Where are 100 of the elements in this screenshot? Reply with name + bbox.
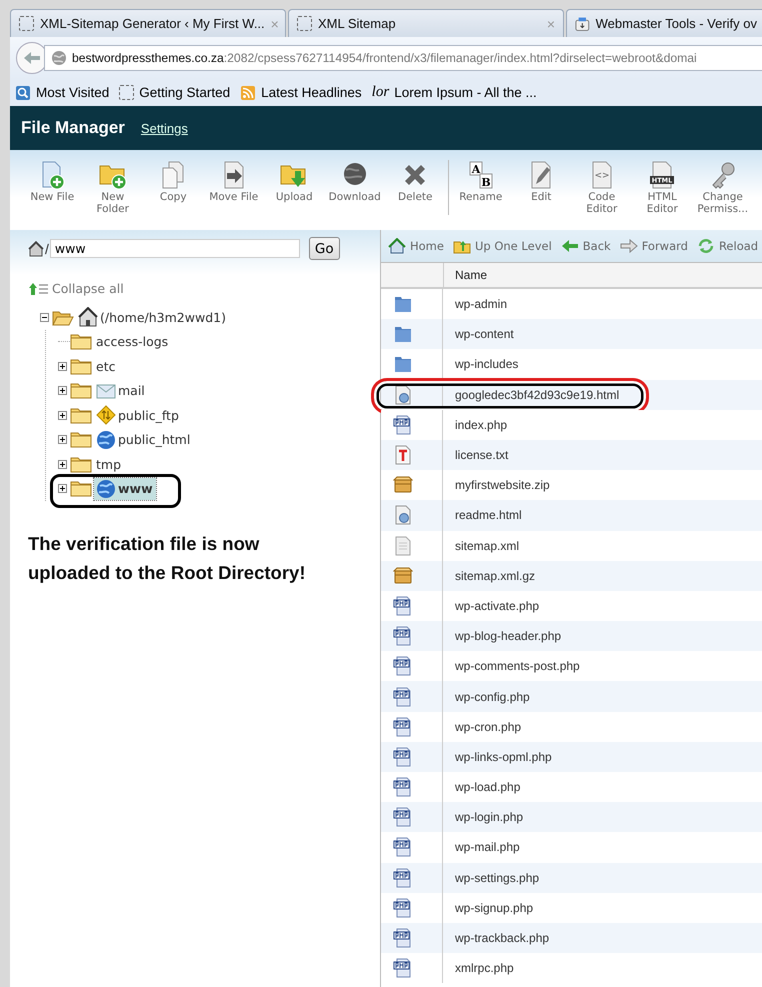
toolbar-button[interactable]: <> Code Editor bbox=[572, 160, 632, 215]
file-name[interactable]: wp-includes bbox=[455, 357, 518, 372]
expand-toggle[interactable] bbox=[58, 484, 67, 494]
bookmark[interactable]: Getting Started bbox=[119, 85, 230, 100]
file-name[interactable]: wp-content bbox=[455, 327, 514, 342]
toolbar-button[interactable]: New File bbox=[22, 160, 82, 203]
settings-link[interactable]: Settings bbox=[140, 120, 188, 136]
folder-label[interactable]: public_ftp bbox=[118, 408, 179, 423]
browser-tab[interactable]: XML-Sitemap Generator ‹ My First W... × bbox=[10, 9, 286, 37]
folder-label[interactable]: mail bbox=[118, 383, 145, 398]
file-name[interactable]: sitemap.xml.gz bbox=[455, 568, 536, 583]
php-file-icon bbox=[393, 716, 413, 737]
nav-button[interactable]: Forward bbox=[620, 238, 688, 254]
toolbar-button[interactable]: Edit bbox=[511, 160, 572, 203]
nav-button[interactable]: Home bbox=[388, 238, 444, 254]
toolbar-button[interactable]: Move File bbox=[204, 160, 264, 203]
file-name[interactable]: wp-admin bbox=[455, 297, 508, 312]
collapse-toggle[interactable] bbox=[40, 312, 49, 322]
toolbox-icon bbox=[575, 16, 590, 32]
php-file-icon bbox=[393, 928, 413, 948]
html-file-icon bbox=[393, 384, 413, 405]
file-name[interactable]: wp-blog-header.php bbox=[455, 629, 562, 644]
path-separator: / bbox=[45, 240, 49, 256]
text-file-icon bbox=[393, 445, 413, 466]
folder-label[interactable]: etc bbox=[96, 358, 116, 374]
dashed-square-icon bbox=[297, 16, 312, 31]
page-title: File Manager bbox=[21, 118, 125, 138]
house-icon bbox=[388, 238, 406, 254]
folder-icon bbox=[70, 358, 92, 375]
folder-icon bbox=[70, 431, 92, 448]
address-bar[interactable]: bestwordpressthemes.co.za:2082/cpsess7627114954/frontend/x3/filemanager/index.html?dirselect=webroot&domai bbox=[44, 45, 762, 71]
file-name[interactable]: wp-comments-post.php bbox=[455, 659, 580, 674]
magnifier-icon bbox=[15, 84, 31, 100]
folder-label[interactable]: public_html bbox=[118, 432, 190, 448]
bookmark[interactable]: lor Lorem Ipsum - All the ... bbox=[372, 84, 537, 101]
toolbar-button[interactable]: A B Rename bbox=[450, 160, 511, 203]
toolbar-button[interactable]: Download bbox=[324, 160, 385, 203]
php-file-icon bbox=[393, 414, 413, 435]
collapse-icon bbox=[29, 282, 49, 296]
php-file-icon bbox=[393, 777, 413, 798]
file-name[interactable]: wp-signup.php bbox=[455, 900, 534, 915]
browser-tab[interactable]: Webmaster Tools - Verify ov bbox=[566, 9, 762, 37]
file-name[interactable]: wp-login.php bbox=[455, 810, 524, 824]
box-icon bbox=[393, 475, 413, 496]
url-path: :2082/cpsess7627114954/frontend/x3/filemanager/index.html?dirselect=webroot&domai bbox=[224, 51, 697, 65]
file-name[interactable]: readme.html bbox=[455, 508, 522, 522]
go-button[interactable]: Go bbox=[308, 237, 340, 260]
expand-toggle[interactable] bbox=[58, 435, 67, 444]
folder-label[interactable]: (/home/h3m2wwd1) bbox=[100, 310, 226, 325]
collapse-all-link[interactable]: Collapse all bbox=[52, 281, 124, 296]
file-name[interactable]: wp-load.php bbox=[455, 780, 520, 794]
globe-icon bbox=[51, 50, 67, 66]
folder-label[interactable]: access-logs bbox=[96, 334, 168, 350]
toolbar-button[interactable]: New Folder bbox=[82, 160, 143, 215]
open-folder-icon bbox=[52, 308, 74, 326]
expand-toggle[interactable] bbox=[58, 362, 67, 371]
bookmark[interactable]: Latest Headlines bbox=[240, 84, 362, 100]
folder-icon bbox=[70, 333, 92, 350]
nav-button[interactable]: Up One Level bbox=[452, 238, 552, 254]
path-field[interactable]: www bbox=[50, 239, 300, 258]
feed-icon bbox=[240, 84, 256, 100]
file-name[interactable]: wp-settings.php bbox=[455, 870, 540, 885]
file-name[interactable]: index.php bbox=[455, 418, 508, 432]
file-name[interactable]: xmlrpc.php bbox=[455, 961, 514, 976]
php-file-icon bbox=[393, 686, 413, 707]
nav-button[interactable]: Reload bbox=[696, 238, 758, 254]
bookmark[interactable]: Most Visited bbox=[15, 84, 110, 100]
folder-icon bbox=[393, 354, 413, 374]
toolbar-button[interactable]: Delete bbox=[385, 160, 446, 203]
folder-label[interactable]: tmp bbox=[96, 456, 122, 472]
folder-icon bbox=[70, 480, 92, 498]
toolbar-button[interactable]: Upload bbox=[264, 160, 324, 203]
folder-icon bbox=[393, 324, 413, 344]
expand-toggle[interactable] bbox=[58, 460, 67, 469]
expand-toggle[interactable] bbox=[58, 386, 67, 396]
php-file-icon bbox=[393, 807, 413, 828]
php-file-icon bbox=[393, 898, 413, 918]
folder-icon bbox=[70, 456, 92, 473]
globe-icon bbox=[96, 478, 116, 499]
browser-tab[interactable]: XML Sitemap × bbox=[288, 9, 564, 37]
file-name[interactable]: wp-activate.php bbox=[455, 598, 540, 613]
file-name[interactable]: wp-trackback.php bbox=[455, 931, 550, 946]
file-name[interactable]: wp-links-opml.php bbox=[455, 750, 552, 764]
column-header[interactable]: Name bbox=[444, 263, 488, 287]
file-name[interactable]: wp-cron.php bbox=[455, 720, 522, 734]
folder-icon bbox=[393, 294, 413, 314]
file-name[interactable]: wp-mail.php bbox=[455, 840, 520, 854]
file-name[interactable]: wp-config.php bbox=[455, 690, 530, 704]
file-name[interactable]: sitemap.xml bbox=[455, 538, 520, 553]
file-name[interactable]: myfirstwebsite.zip bbox=[455, 478, 550, 492]
file-name[interactable]: license.txt bbox=[455, 448, 508, 462]
php-file-icon bbox=[393, 656, 413, 676]
php-file-icon bbox=[393, 837, 413, 858]
toolbar-button[interactable]: Change Permiss... bbox=[692, 160, 753, 215]
expand-toggle[interactable] bbox=[58, 410, 67, 420]
php-file-icon bbox=[393, 746, 413, 767]
reload-icon bbox=[696, 238, 715, 254]
nav-button[interactable]: Back bbox=[560, 238, 611, 254]
toolbar-button[interactable]: Copy bbox=[143, 160, 204, 203]
left-arrow-icon bbox=[22, 50, 42, 66]
